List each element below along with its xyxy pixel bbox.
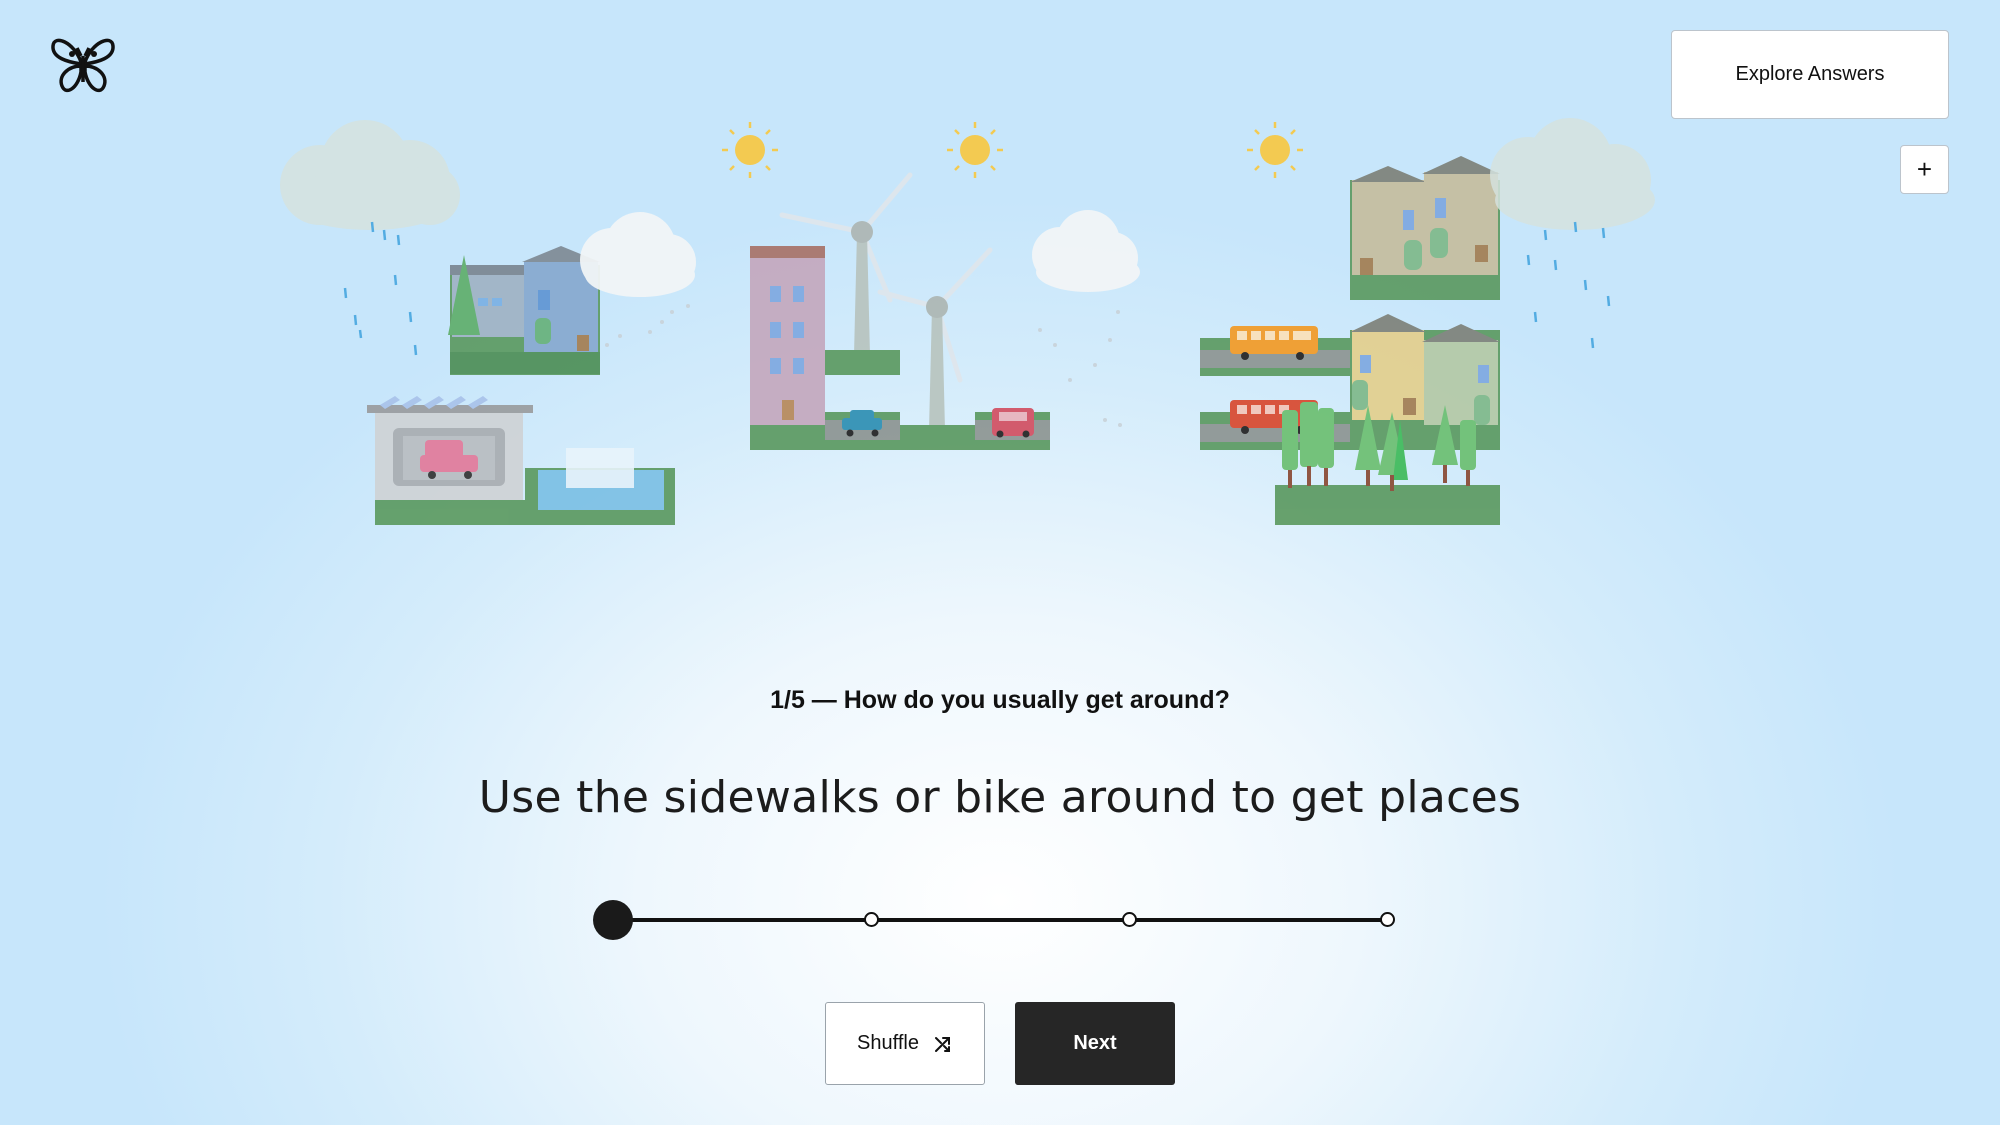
shuffle-icon bbox=[934, 1036, 950, 1052]
right-cluster bbox=[1200, 118, 1655, 525]
city-illustration bbox=[280, 118, 1655, 525]
answer-slider[interactable] bbox=[590, 895, 1410, 945]
slider-step-4[interactable] bbox=[1380, 912, 1395, 927]
answer-text: Use the sidewalks or bike around to get … bbox=[478, 772, 1522, 823]
shuffle-button[interactable]: Shuffle bbox=[825, 1002, 985, 1085]
slider-thumb[interactable] bbox=[593, 900, 633, 940]
left-cluster bbox=[280, 120, 696, 525]
slider-step-3[interactable] bbox=[1122, 912, 1137, 927]
slider-step-2[interactable] bbox=[864, 912, 879, 927]
next-button[interactable]: Next bbox=[1015, 1002, 1175, 1085]
slider-track[interactable] bbox=[613, 918, 1386, 922]
question-title: 1/5 — How do you usually get around? bbox=[770, 686, 1230, 714]
shuffle-label: Shuffle bbox=[857, 1032, 919, 1054]
center-cluster bbox=[722, 122, 1140, 450]
